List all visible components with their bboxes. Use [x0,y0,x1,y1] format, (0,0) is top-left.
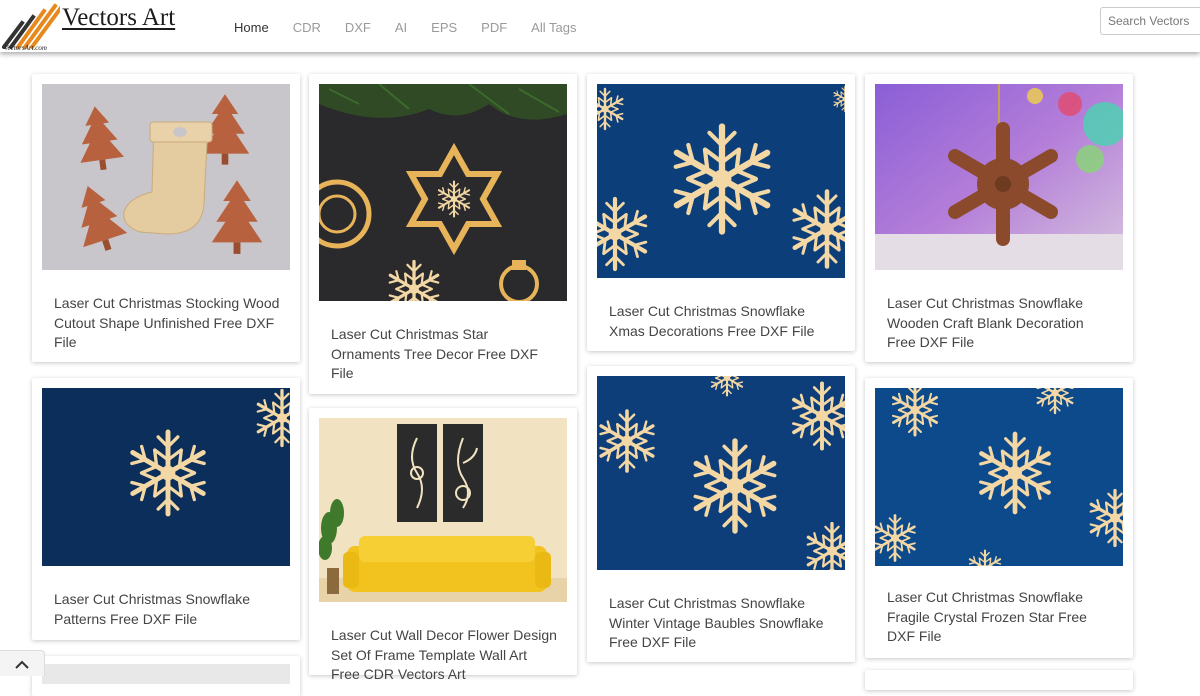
card-image[interactable] [597,84,845,278]
card-image[interactable] [875,84,1123,270]
nav-ai[interactable]: AI [395,20,407,36]
nav-pdf[interactable]: PDF [481,20,507,36]
site-header: Vectors Art VectorsArt.com Home CDR DXF … [0,0,1200,52]
card-title[interactable]: Laser Cut Christmas Snowflake Patterns F… [54,590,280,629]
card-image[interactable] [319,418,567,602]
brand-name[interactable]: Vectors Art [62,4,175,32]
card-title[interactable]: Laser Cut Christmas Star Ornaments Tree … [331,325,557,384]
card-title[interactable]: Laser Cut Christmas Snowflake Wooden Cra… [887,294,1113,353]
card-title[interactable]: Laser Cut Wall Decor Flower Design Set O… [331,626,557,685]
card-title[interactable]: Laser Cut Christmas Snowflake Xmas Decor… [609,302,835,341]
search-input[interactable] [1100,7,1200,35]
card-snowflake-wooden[interactable]: Laser Cut Christmas Snowflake Wooden Cra… [865,74,1133,362]
card-image[interactable] [42,388,290,566]
nav-home[interactable]: Home [234,20,269,36]
card-title[interactable]: Laser Cut Christmas Snowflake Fragile Cr… [887,588,1113,647]
main-nav: Home CDR DXF AI EPS PDF All Tags [234,20,600,36]
vectors-art-logo-icon[interactable] [2,3,60,49]
chevron-up-icon [15,660,29,669]
card-image[interactable] [42,84,290,270]
card-title[interactable]: Laser Cut Christmas Snowflake Winter Vin… [609,594,835,653]
card-image[interactable] [319,84,567,301]
card-image[interactable] [42,664,290,684]
card-wall-decor[interactable]: Laser Cut Wall Decor Flower Design Set O… [309,408,577,682]
card-snowflake-winter[interactable]: Laser Cut Christmas Snowflake Winter Vin… [587,366,855,662]
brand-url: VectorsArt.com [4,44,47,52]
nav-eps[interactable]: EPS [431,20,457,36]
card-christmas-stocking[interactable]: Laser Cut Christmas Stocking Wood Cutout… [32,74,300,362]
card-image[interactable] [875,388,1123,566]
card-image[interactable] [597,376,845,570]
card-christmas-star[interactable]: Laser Cut Christmas Star Ornaments Tree … [309,74,577,394]
scroll-to-top-button[interactable] [0,650,45,676]
card-snowflake-xmas[interactable]: Laser Cut Christmas Snowflake Xmas Decor… [587,74,855,351]
card-snowflake-patterns[interactable]: Laser Cut Christmas Snowflake Patterns F… [32,378,300,640]
nav-all-tags[interactable]: All Tags [531,20,576,36]
card-snowflake-crystal[interactable]: Laser Cut Christmas Snowflake Fragile Cr… [865,378,1133,658]
card-title[interactable]: Laser Cut Christmas Stocking Wood Cutout… [54,294,280,353]
nav-dxf[interactable]: DXF [345,20,371,36]
nav-cdr[interactable]: CDR [293,20,321,36]
card-next-row-preview[interactable] [32,656,300,696]
card-next-row-preview-4[interactable] [865,670,1133,690]
